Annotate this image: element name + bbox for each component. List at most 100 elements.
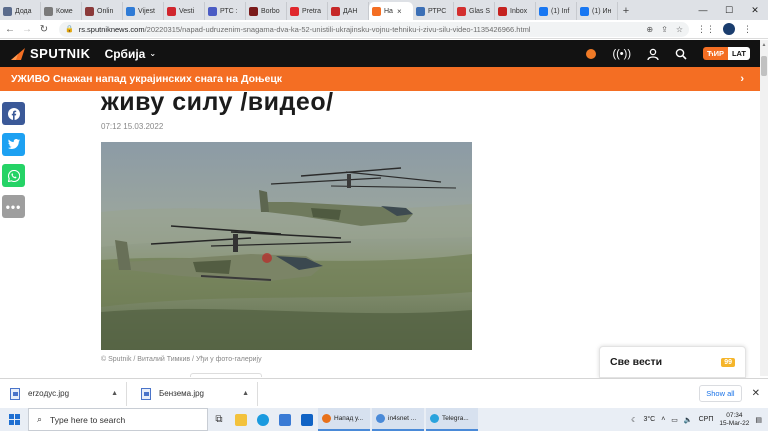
network-icon[interactable]: ▭ <box>671 416 678 424</box>
search-icon[interactable] <box>675 48 687 60</box>
taskbar-window-label: in4snet ... <box>388 415 417 422</box>
browser-tab[interactable]: РТС : <box>205 2 246 20</box>
zoom-icon[interactable]: ⊕ <box>646 25 653 34</box>
tab-label: Borbo <box>261 7 280 15</box>
share-whatsapp-button[interactable] <box>2 164 25 187</box>
new-tab-button[interactable]: + <box>618 2 634 20</box>
share-more-button[interactable]: ••• <box>2 195 25 218</box>
maximize-window-button[interactable]: ☐ <box>716 5 742 16</box>
download-item-1[interactable]: erzoдус.jpg ▲ <box>0 381 127 406</box>
all-news-widget[interactable]: Све вести 99 <box>599 346 746 378</box>
file-explorer-button[interactable] <box>230 408 252 431</box>
region-selector[interactable]: Србија ⌄ <box>105 47 157 61</box>
site-header: SPUTNIK Србија ⌄ ((•)) ЋИР LAT <box>0 40 760 67</box>
tab-favicon-icon <box>44 6 53 16</box>
article-photo[interactable] <box>101 142 472 350</box>
status-dot-icon[interactable] <box>586 48 597 59</box>
show-all-downloads-button[interactable]: Show all <box>699 385 742 402</box>
close-tab-icon[interactable]: × <box>397 7 402 16</box>
tab-favicon-icon <box>126 6 135 16</box>
windows-logo-icon <box>8 414 20 425</box>
script-latin-button[interactable]: LAT <box>727 47 750 60</box>
taskbar-window-chrome-2[interactable]: in4snet ... <box>372 408 424 431</box>
extensions-icon[interactable]: ⋮⋮ <box>697 24 715 35</box>
tab-favicon-icon <box>457 6 466 16</box>
bookmark-star-icon[interactable]: ☆ <box>676 25 683 34</box>
address-bar[interactable]: 🔒 rs.sputniknews.com /20220315/napad-udr… <box>59 21 689 37</box>
chevron-up-icon[interactable]: ▲ <box>242 390 249 397</box>
browser-tab[interactable]: Borbo <box>246 2 287 20</box>
browser-toolbar: ← → ↻ 🔒 rs.sputniknews.com /20220315/nap… <box>0 20 768 39</box>
browser-tab-strip: Дода Коме Onlin Vijest Vesti РТС : Borbo Pretra… <box>0 0 768 20</box>
close-downloads-button[interactable]: ✕ <box>752 388 760 399</box>
search-icon: ⌕ <box>37 414 43 424</box>
taskbar-window-chrome-1[interactable]: Напад у... <box>318 408 370 431</box>
tab-label: (1) Ин <box>592 7 612 15</box>
taskbar-search[interactable]: ⌕ Type here to search <box>28 408 208 431</box>
tab-favicon-icon <box>167 6 176 16</box>
share-icon[interactable]: ⇪ <box>661 25 668 34</box>
chevron-up-icon[interactable]: ▲ <box>111 390 118 397</box>
browser-tab[interactable]: Glas S <box>454 2 495 20</box>
tab-label: Vijest <box>138 7 155 15</box>
start-button[interactable] <box>0 414 28 425</box>
taskbar-clock[interactable]: 07:34 15-Mar-22 <box>719 412 749 428</box>
input-language[interactable]: СРП <box>699 416 714 423</box>
profile-avatar[interactable] <box>723 23 735 35</box>
system-tray: ☾ 3°C ˄ ▭ 🔈 СРП 07:34 15-Mar-22 ▤ <box>631 412 768 428</box>
more-dots-icon: ••• <box>5 199 22 214</box>
sputnik-logo[interactable]: SPUTNIK <box>10 46 91 61</box>
browser-tab[interactable]: Коме <box>41 2 82 20</box>
weather-moon-icon[interactable]: ☾ <box>631 416 637 424</box>
back-icon[interactable]: ← <box>3 24 17 35</box>
tab-favicon-icon <box>539 6 548 16</box>
whatsapp-icon <box>7 169 20 182</box>
download-filename: Бензема.jpg <box>159 389 204 398</box>
store-button[interactable] <box>274 408 296 431</box>
telegram-icon <box>430 414 439 423</box>
script-cyrillic-button[interactable]: ЋИР <box>703 47 728 60</box>
browser-tab[interactable]: ДАН <box>328 2 369 20</box>
download-item-2[interactable]: Бензема.jpg ▲ <box>131 381 258 406</box>
tab-label: На <box>384 7 393 15</box>
tab-label: (1) Inf <box>551 7 570 15</box>
browser-tab[interactable]: (1) Ин <box>577 2 618 20</box>
menu-icon[interactable]: ⋮ <box>743 24 752 35</box>
tab-label: Inbox <box>510 7 528 15</box>
browser-tab[interactable]: На × <box>369 2 413 20</box>
logo-text: SPUTNIK <box>30 46 91 61</box>
taskbar-window-telegram[interactable]: Telegra... <box>426 408 478 431</box>
edge-icon <box>257 413 269 426</box>
user-icon[interactable] <box>647 48 659 60</box>
share-facebook-button[interactable] <box>2 102 25 125</box>
radio-icon[interactable]: ((•)) <box>612 48 631 60</box>
taskbar-window-label: Напад у... <box>334 415 364 422</box>
tab-label: Дода <box>15 7 32 15</box>
tray-chevron-up-icon[interactable]: ˄ <box>661 416 665 423</box>
browser-tab[interactable]: Vijest <box>123 2 164 20</box>
notifications-icon[interactable]: ▤ <box>755 416 762 424</box>
lock-icon[interactable]: 🔒 <box>65 25 74 33</box>
edge-button[interactable] <box>252 408 274 431</box>
browser-tab[interactable]: Pretra <box>287 2 328 20</box>
photo-caption[interactable]: © Sputnik / Виталий Тимкив / Уђи у фото-… <box>101 356 262 363</box>
task-view-button[interactable]: ⧉ <box>208 408 230 431</box>
browser-tab[interactable]: (1) Inf <box>536 2 577 20</box>
browser-tab[interactable]: РТРС <box>413 2 454 20</box>
scroll-up-icon[interactable]: ▲ <box>761 42 767 48</box>
reload-icon[interactable]: ↻ <box>37 24 51 35</box>
browser-tab[interactable]: Vesti <box>164 2 205 20</box>
page-scrollbar[interactable]: ▲ <box>760 40 768 376</box>
forward-icon[interactable]: → <box>20 24 34 35</box>
browser-tab[interactable]: Inbox <box>495 2 536 20</box>
minimize-window-button[interactable]: — <box>690 5 716 15</box>
close-window-button[interactable]: ✕ <box>742 5 768 16</box>
share-twitter-button[interactable] <box>2 133 25 156</box>
browser-tab[interactable]: Дода <box>0 2 41 20</box>
facebook-icon <box>7 107 20 120</box>
scrollbar-thumb[interactable] <box>761 56 767 76</box>
mail-button[interactable] <box>296 408 318 431</box>
volume-icon[interactable]: 🔈 <box>684 416 693 424</box>
weather-temperature[interactable]: 3°C <box>643 416 655 423</box>
browser-tab[interactable]: Onlin <box>82 2 123 20</box>
